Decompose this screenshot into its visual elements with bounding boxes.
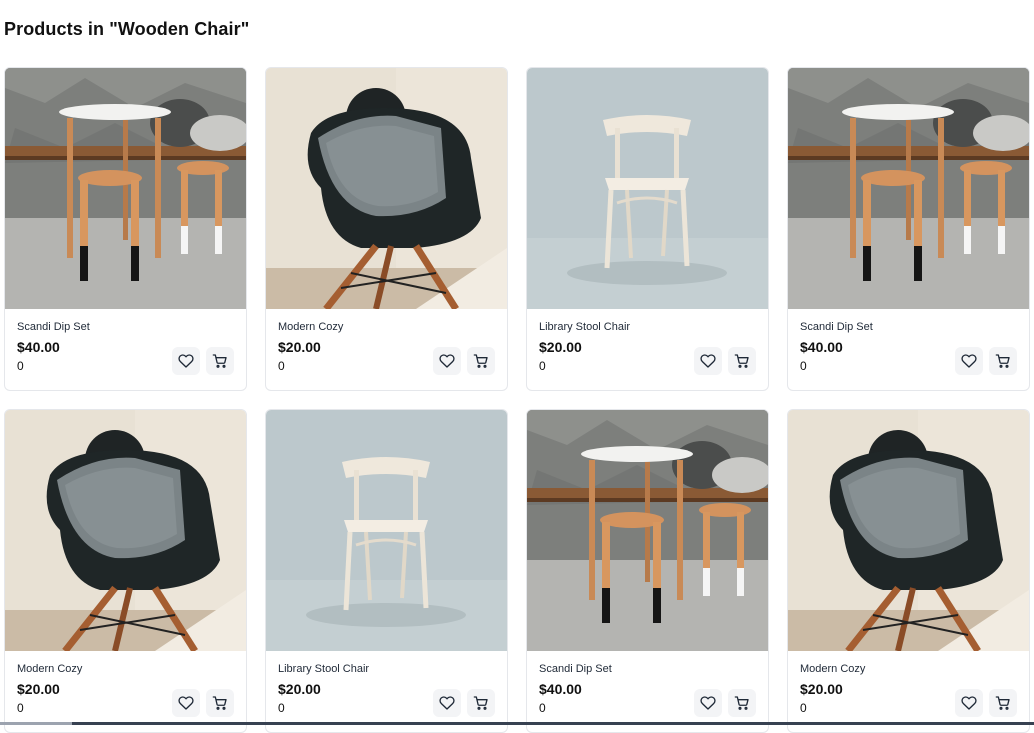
add-to-cart-button[interactable] bbox=[467, 689, 495, 717]
heart-icon bbox=[439, 353, 455, 369]
product-image[interactable] bbox=[266, 410, 507, 651]
heart-icon bbox=[700, 695, 716, 711]
page-title: Products in "Wooden Chair" bbox=[4, 19, 250, 39]
product-card[interactable]: Modern Cozy $20.00 0 bbox=[265, 67, 508, 391]
cart-icon bbox=[734, 695, 750, 711]
wishlist-button[interactable] bbox=[433, 347, 461, 375]
product-image[interactable] bbox=[527, 68, 768, 309]
wishlist-button[interactable] bbox=[433, 689, 461, 717]
product-name[interactable]: Modern Cozy bbox=[278, 320, 495, 334]
heart-icon bbox=[439, 695, 455, 711]
wishlist-button[interactable] bbox=[955, 347, 983, 375]
add-to-cart-button[interactable] bbox=[728, 347, 756, 375]
product-name[interactable]: Scandi Dip Set bbox=[539, 662, 756, 676]
product-image[interactable] bbox=[266, 68, 507, 309]
product-name[interactable]: Scandi Dip Set bbox=[17, 320, 234, 334]
product-card[interactable]: Scandi Dip Set $40.00 0 bbox=[4, 67, 247, 391]
product-card[interactable]: Scandi Dip Set $40.00 0 bbox=[526, 409, 769, 733]
wishlist-button[interactable] bbox=[172, 689, 200, 717]
heart-icon bbox=[961, 353, 977, 369]
cart-icon bbox=[473, 353, 489, 369]
add-to-cart-button[interactable] bbox=[206, 347, 234, 375]
wishlist-button[interactable] bbox=[694, 347, 722, 375]
add-to-cart-button[interactable] bbox=[989, 347, 1017, 375]
heart-icon bbox=[178, 353, 194, 369]
product-image[interactable] bbox=[527, 410, 768, 651]
add-to-cart-button[interactable] bbox=[989, 689, 1017, 717]
product-card[interactable]: Library Stool Chair $20.00 0 bbox=[526, 67, 769, 391]
product-card[interactable]: Scandi Dip Set $40.00 0 bbox=[787, 67, 1030, 391]
cart-icon bbox=[995, 695, 1011, 711]
product-image[interactable] bbox=[5, 68, 246, 309]
heart-icon bbox=[700, 353, 716, 369]
cart-icon bbox=[212, 353, 228, 369]
product-card[interactable]: Modern Cozy $20.00 0 bbox=[787, 409, 1030, 733]
cart-icon bbox=[473, 695, 489, 711]
product-name[interactable]: Modern Cozy bbox=[17, 662, 234, 676]
product-name[interactable]: Modern Cozy bbox=[800, 662, 1017, 676]
wishlist-button[interactable] bbox=[172, 347, 200, 375]
product-name[interactable]: Scandi Dip Set bbox=[800, 320, 1017, 334]
add-to-cart-button[interactable] bbox=[728, 689, 756, 717]
product-image[interactable] bbox=[788, 410, 1029, 651]
product-card[interactable]: Modern Cozy $20.00 0 bbox=[4, 409, 247, 733]
product-grid: Scandi Dip Set $40.00 0 Modern Cozy $20.… bbox=[4, 67, 1030, 733]
product-image[interactable] bbox=[5, 410, 246, 651]
add-to-cart-button[interactable] bbox=[467, 347, 495, 375]
wishlist-button[interactable] bbox=[694, 689, 722, 717]
heart-icon bbox=[178, 695, 194, 711]
cart-icon bbox=[212, 695, 228, 711]
add-to-cart-button[interactable] bbox=[206, 689, 234, 717]
cart-icon bbox=[734, 353, 750, 369]
product-card[interactable]: Library Stool Chair $20.00 0 bbox=[265, 409, 508, 733]
heart-icon bbox=[961, 695, 977, 711]
product-name[interactable]: Library Stool Chair bbox=[539, 320, 756, 334]
cart-icon bbox=[995, 353, 1011, 369]
wishlist-button[interactable] bbox=[955, 689, 983, 717]
product-name[interactable]: Library Stool Chair bbox=[278, 662, 495, 676]
product-image[interactable] bbox=[788, 68, 1029, 309]
